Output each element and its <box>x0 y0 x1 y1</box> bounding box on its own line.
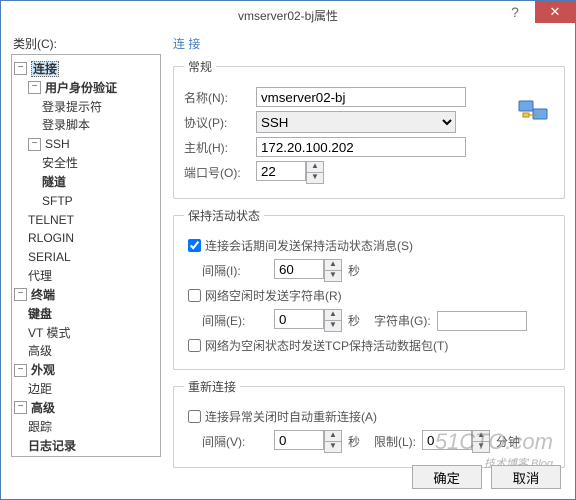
unit-minute: 分钟 <box>496 433 520 450</box>
tree-auth[interactable]: 用户身份验证 <box>45 81 117 95</box>
page-title: 连 接 <box>173 35 565 52</box>
label-limit: 限制(L): <box>374 433 416 450</box>
tree-rlogin[interactable]: RLOGIN <box>28 231 74 245</box>
unit-sec: 秒 <box>348 312 360 329</box>
input-interval-v[interactable] <box>274 430 324 450</box>
select-protocol[interactable]: SSH <box>256 111 456 133</box>
input-name[interactable] <box>256 87 466 107</box>
label-protocol: 协议(P): <box>184 114 256 131</box>
tree-margin[interactable]: 边距 <box>28 382 52 396</box>
label-interval-e: 间隔(E): <box>202 312 274 329</box>
tree-sftp[interactable]: SFTP <box>42 194 73 208</box>
tree-login-prompt[interactable]: 登录提示符 <box>42 99 102 113</box>
label-port: 端口号(O): <box>184 164 256 181</box>
dialog-window: vmserver02-bj属性 ? ✕ 类别(C): −连接 −用户身份验证 登… <box>0 0 576 500</box>
category-tree[interactable]: −连接 −用户身份验证 登录提示符 登录脚本 −SSH 安全性 <box>11 54 161 457</box>
spin-down-icon[interactable]: ▼ <box>472 441 490 453</box>
label-name: 名称(N): <box>184 89 256 106</box>
category-label: 类别(C): <box>13 35 161 52</box>
cancel-button[interactable]: 取消 <box>491 465 561 489</box>
chk-keepalive-msg-label: 连接会话期间发送保持活动状态消息(S) <box>205 237 413 254</box>
collapse-icon[interactable]: − <box>14 401 27 414</box>
collapse-icon[interactable]: − <box>14 62 27 75</box>
right-pane: 连 接 常规 名称(N): 协议(P): SSH 主机(H): 端口号(O): <box>161 35 565 457</box>
tree-security[interactable]: 安全性 <box>42 156 78 170</box>
tree-logging[interactable]: 日志记录 <box>28 438 76 452</box>
input-limit[interactable] <box>422 430 472 450</box>
label-interval-i: 间隔(I): <box>202 262 274 279</box>
tree-serial[interactable]: SERIAL <box>28 250 71 264</box>
chk-auto-reconnect[interactable] <box>188 410 201 423</box>
network-icon <box>517 97 551 127</box>
window-title: vmserver02-bj属性 <box>238 7 338 24</box>
input-host[interactable] <box>256 137 466 157</box>
spin-up-icon[interactable]: ▲ <box>324 309 342 320</box>
tree-connection[interactable]: 连接 <box>31 61 59 77</box>
collapse-icon[interactable]: − <box>14 364 27 377</box>
input-port[interactable] <box>256 161 306 181</box>
tree-advterm[interactable]: 高级 <box>28 344 52 358</box>
window-controls: ? ✕ <box>495 1 575 23</box>
chk-keepalive-msg[interactable] <box>188 239 201 252</box>
tree-login-script[interactable]: 登录脚本 <box>42 118 90 132</box>
dialog-body: 类别(C): −连接 −用户身份验证 登录提示符 登录脚本 −SSH <box>1 29 575 499</box>
collapse-icon[interactable]: − <box>14 288 27 301</box>
limit-stepper[interactable]: ▲▼ <box>422 430 490 453</box>
group-general: 常规 名称(N): 协议(P): SSH 主机(H): 端口号(O): <box>173 58 565 199</box>
legend-general: 常规 <box>184 58 216 75</box>
input-interval-i[interactable] <box>274 259 324 279</box>
chk-tcp-keepalive-label: 网络为空闲状态时发送TCP保持活动数据包(T) <box>205 337 448 354</box>
interval-v-stepper[interactable]: ▲▼ <box>274 430 342 453</box>
legend-reconnect: 重新连接 <box>184 378 240 395</box>
spin-up-icon[interactable]: ▲ <box>472 430 490 441</box>
dialog-footer: 确定 取消 <box>406 465 561 489</box>
tree-proxy[interactable]: 代理 <box>28 269 52 283</box>
spin-up-icon[interactable]: ▲ <box>324 430 342 441</box>
collapse-icon[interactable]: − <box>28 81 41 94</box>
chk-tcp-keepalive[interactable] <box>188 339 201 352</box>
spin-up-icon[interactable]: ▲ <box>324 259 342 270</box>
tree-terminal[interactable]: 终端 <box>31 288 55 302</box>
unit-sec: 秒 <box>348 262 360 279</box>
tree-tunnel[interactable]: 隧道 <box>42 175 66 189</box>
tree-keyboard[interactable]: 键盘 <box>28 307 52 321</box>
label-host: 主机(H): <box>184 139 256 156</box>
left-pane: 类别(C): −连接 −用户身份验证 登录提示符 登录脚本 −SSH <box>11 35 161 457</box>
help-button[interactable]: ? <box>495 1 535 23</box>
ok-button[interactable]: 确定 <box>412 465 482 489</box>
port-stepper[interactable]: ▲▼ <box>256 161 324 184</box>
unit-sec: 秒 <box>348 433 360 450</box>
tree-adv[interactable]: 高级 <box>31 401 55 415</box>
interval-i-stepper[interactable]: ▲▼ <box>274 259 342 282</box>
chk-idle-string-label: 网络空闲时发送字符串(R) <box>205 287 342 304</box>
input-interval-e[interactable] <box>274 309 324 329</box>
group-keepalive: 保持活动状态 连接会话期间发送保持活动状态消息(S) 间隔(I): ▲▼ 秒 网… <box>173 207 565 370</box>
spin-down-icon[interactable]: ▼ <box>324 320 342 332</box>
titlebar: vmserver02-bj属性 ? ✕ <box>1 1 575 29</box>
legend-keepalive: 保持活动状态 <box>184 207 264 224</box>
group-reconnect: 重新连接 连接异常关闭时自动重新连接(A) 间隔(V): ▲▼ 秒 限制(L):… <box>173 378 565 468</box>
tree-telnet[interactable]: TELNET <box>28 212 74 226</box>
chk-idle-string[interactable] <box>188 289 201 302</box>
label-string: 字符串(G): <box>374 312 431 329</box>
label-interval-v: 间隔(V): <box>202 433 274 450</box>
tree-ssh[interactable]: SSH <box>45 137 70 151</box>
tree-vtmode[interactable]: VT 模式 <box>28 325 70 339</box>
spin-down-icon[interactable]: ▼ <box>306 172 324 184</box>
tree-appearance[interactable]: 外观 <box>31 363 55 377</box>
tree-trace[interactable]: 跟踪 <box>28 420 52 434</box>
spin-down-icon[interactable]: ▼ <box>324 270 342 282</box>
input-string[interactable] <box>437 311 527 331</box>
collapse-icon[interactable]: − <box>28 138 41 151</box>
spin-down-icon[interactable]: ▼ <box>324 441 342 453</box>
interval-e-stepper[interactable]: ▲▼ <box>274 309 342 332</box>
chk-auto-reconnect-label: 连接异常关闭时自动重新连接(A) <box>205 408 377 425</box>
close-button[interactable]: ✕ <box>535 1 575 23</box>
spin-up-icon[interactable]: ▲ <box>306 161 324 172</box>
